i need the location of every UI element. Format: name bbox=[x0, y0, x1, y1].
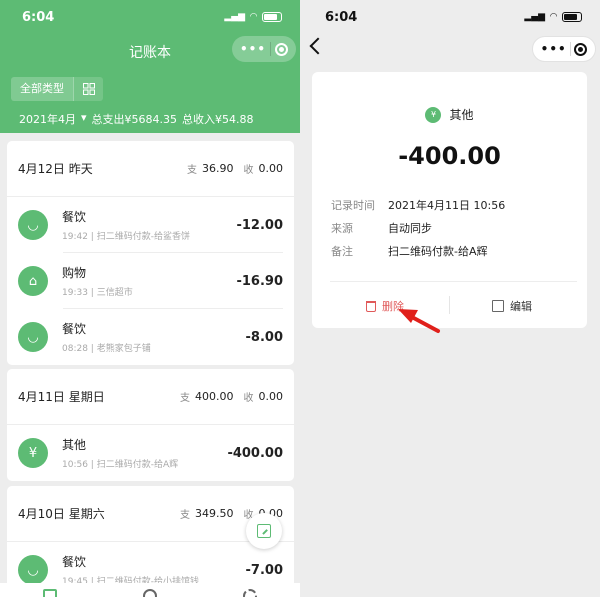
tab-settings-icon[interactable] bbox=[243, 589, 257, 597]
day-date: 4月12日 昨天 bbox=[18, 162, 93, 176]
chevron-down-icon[interactable]: ▾ bbox=[81, 111, 87, 127]
item-text: 餐饮 08:28 | 老熊家包子铺 bbox=[62, 320, 246, 354]
yen-icon: ¥ bbox=[18, 438, 48, 468]
expense-tag: 支 bbox=[180, 393, 190, 404]
record-detail-screen: 6:04 ▂▄▆ ◠ ••• ¥ 其他 -400.00 记录时间 2021年4月… bbox=[300, 0, 600, 597]
tab-bar bbox=[0, 583, 300, 597]
type-filter-label[interactable]: 全部类型 bbox=[11, 77, 73, 101]
income-tag: 收 bbox=[243, 165, 254, 176]
month-summary: 2021年4月 ▾ 总支出¥5684.35 总收入¥54.88 bbox=[19, 111, 254, 127]
expense-tag: 支 bbox=[187, 165, 197, 176]
item-text: 其他 10:56 | 扫二维码付款-给A辉 bbox=[62, 436, 227, 470]
day-expense: 349.50 bbox=[195, 507, 234, 520]
bill-header: 6:04 ▂▄▆ ◠ 记账本 ••• 全部类型 2021年4月 ▾ 总支出¥56… bbox=[0, 0, 300, 133]
bowl-icon: ◡ bbox=[18, 210, 48, 240]
item-category: 餐饮 bbox=[62, 555, 87, 569]
item-meta: 08:28 | 老熊家包子铺 bbox=[62, 344, 151, 354]
day-date: 4月10日 星期六 bbox=[18, 507, 105, 521]
total-income: 总收入¥54.88 bbox=[182, 113, 254, 126]
more-icon[interactable]: ••• bbox=[240, 42, 266, 56]
bowl-icon: ◡ bbox=[18, 322, 48, 352]
day-expense: 36.90 bbox=[202, 162, 234, 175]
status-icons: ▂▄▆ ◠ bbox=[224, 12, 282, 22]
item-amount: -8.00 bbox=[245, 329, 283, 345]
item-text: 餐饮 19:45 | 扫二维码付款-给小排馆钱 bbox=[62, 553, 246, 587]
day-income: 0.00 bbox=[258, 162, 284, 175]
day-header: 4月12日 昨天 支 36.90 收 0.00 bbox=[7, 141, 294, 197]
tab-chart-icon[interactable] bbox=[143, 589, 157, 597]
item-note: 扫二维码付款-给鲨香饼 bbox=[96, 232, 190, 242]
type-filter[interactable]: 全部类型 bbox=[11, 77, 103, 101]
item-category: 餐饮 bbox=[62, 210, 87, 224]
item-amount: -7.00 bbox=[245, 562, 283, 578]
item-time: 19:33 bbox=[62, 288, 88, 298]
item-text: 购物 19:33 | 三信超市 bbox=[62, 264, 236, 298]
day-expense: 400.00 bbox=[195, 390, 234, 403]
day-card: 4月11日 星期日 支 400.00 收 0.00 ¥ 其他 10:56 | 扫… bbox=[7, 369, 294, 481]
item-text: 餐饮 19:42 | 扫二维码付款-给鲨香饼 bbox=[62, 208, 236, 242]
status-time: 6:04 bbox=[22, 9, 55, 25]
add-record-button[interactable] bbox=[246, 513, 282, 549]
tab-bills-icon[interactable] bbox=[43, 589, 57, 597]
grid-icon[interactable] bbox=[73, 77, 103, 101]
signal-icon: ▂▄▆ bbox=[224, 12, 246, 22]
item-time: 10:56 bbox=[62, 460, 88, 470]
list-item[interactable]: ⌂ 购物 19:33 | 三信超市 -16.90 bbox=[7, 253, 294, 309]
list-item[interactable]: ◡ 餐饮 19:42 | 扫二维码付款-给鲨香饼 -12.00 bbox=[7, 197, 294, 253]
bowl-icon: ◡ bbox=[18, 555, 48, 585]
expense-tag: 支 bbox=[180, 510, 190, 521]
day-date: 4月11日 星期日 bbox=[18, 390, 105, 404]
edit-icon bbox=[257, 524, 271, 538]
item-meta: 10:56 | 扫二维码付款-给A辉 bbox=[62, 460, 179, 470]
annotation-arrow-icon bbox=[398, 309, 440, 333]
income-tag: 收 bbox=[243, 393, 254, 404]
day-header: 4月11日 星期日 支 400.00 收 0.00 bbox=[7, 369, 294, 425]
item-note: 老熊家包子铺 bbox=[96, 344, 151, 354]
item-category: 其他 bbox=[62, 438, 87, 452]
item-time: 19:42 bbox=[62, 232, 88, 242]
item-meta: 19:42 | 扫二维码付款-给鲨香饼 bbox=[62, 232, 190, 242]
capsule-divider bbox=[269, 42, 271, 56]
month-picker[interactable]: 2021年4月 bbox=[19, 111, 76, 127]
item-note: 三信超市 bbox=[96, 288, 133, 298]
close-miniprogram-icon[interactable] bbox=[274, 42, 288, 56]
shopping-bag-icon: ⌂ bbox=[18, 266, 48, 296]
day-income: 0.00 bbox=[258, 390, 284, 403]
bill-list-screen: 6:04 ▂▄▆ ◠ 记账本 ••• 全部类型 2021年4月 ▾ 总支出¥56… bbox=[0, 0, 300, 597]
wifi-icon: ◠ bbox=[250, 12, 257, 22]
day-card: 4月12日 昨天 支 36.90 收 0.00 ◡ 餐饮 19:42 | 扫二维… bbox=[7, 141, 294, 365]
item-category: 餐饮 bbox=[62, 322, 87, 336]
item-time: 08:28 bbox=[62, 344, 88, 354]
item-amount: -400.00 bbox=[227, 445, 283, 461]
item-meta: 19:33 | 三信超市 bbox=[62, 288, 133, 298]
battery-icon bbox=[262, 12, 282, 22]
status-bar: 6:04 ▂▄▆ ◠ bbox=[22, 9, 282, 25]
list-item[interactable]: ¥ 其他 10:56 | 扫二维码付款-给A辉 -400.00 bbox=[7, 425, 294, 481]
list-item[interactable]: ◡ 餐饮 08:28 | 老熊家包子铺 -8.00 bbox=[7, 309, 294, 365]
item-amount: -16.90 bbox=[236, 273, 283, 289]
item-amount: -12.00 bbox=[236, 217, 283, 233]
item-note: 扫二维码付款-给A辉 bbox=[96, 460, 179, 470]
total-expense: 总支出¥5684.35 bbox=[91, 113, 178, 126]
item-category: 购物 bbox=[62, 266, 87, 280]
miniprogram-capsule[interactable]: ••• bbox=[232, 36, 296, 62]
